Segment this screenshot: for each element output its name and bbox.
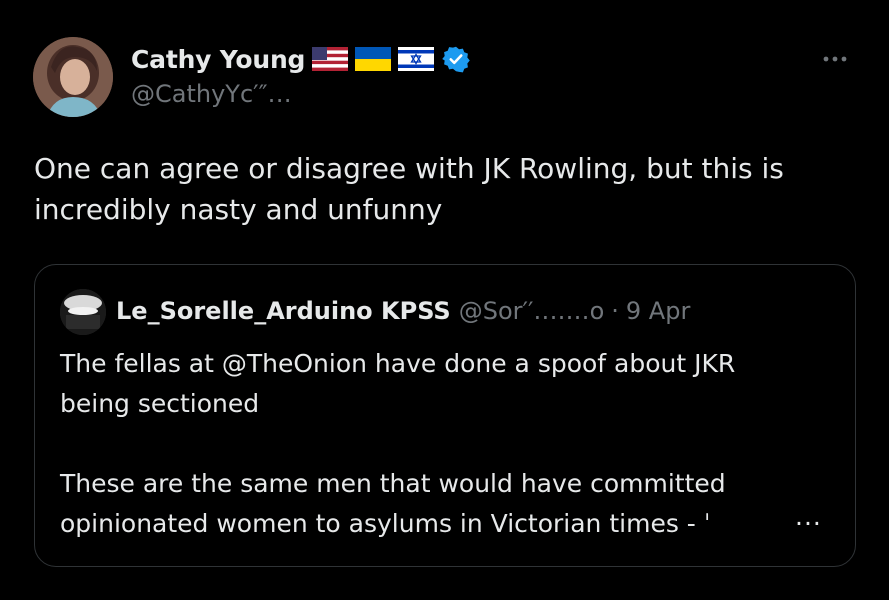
quoted-author-handle[interactable]: @Sor′′․․․․․․․o	[459, 297, 605, 325]
us-flag-icon	[312, 47, 349, 71]
separator-dot: ·	[611, 297, 619, 325]
tweet: Cathy Young @CathyYc′″․․․ One can agree …	[0, 0, 889, 600]
quoted-author-avatar[interactable]	[60, 289, 106, 335]
quoted-tweet-text: The fellas at @TheOnion have done a spoo…	[60, 349, 736, 538]
author-display-name[interactable]: Cathy Young	[131, 45, 305, 74]
quoted-tweet-header: Le_Sorelle_Arduino KPSS @Sor′′․․․․․․․o ·…	[116, 294, 690, 328]
author-handle[interactable]: @CathyYc′″․․․	[131, 80, 292, 108]
show-more-ellipsis[interactable]: ...	[795, 502, 822, 531]
more-options-icon[interactable]	[818, 48, 858, 70]
author-avatar[interactable]	[33, 37, 113, 117]
tweet-text: One can agree or disagree with JK Rowlin…	[34, 152, 784, 226]
author-name-row: Cathy Young	[131, 42, 471, 76]
quoted-author-display-name[interactable]: Le_Sorelle_Arduino KPSS	[116, 297, 451, 325]
israel-flag-icon	[398, 47, 435, 71]
quoted-tweet-date[interactable]: 9 Apr	[626, 297, 690, 325]
ukraine-flag-icon	[355, 47, 392, 71]
verified-badge-icon[interactable]	[442, 45, 471, 73]
